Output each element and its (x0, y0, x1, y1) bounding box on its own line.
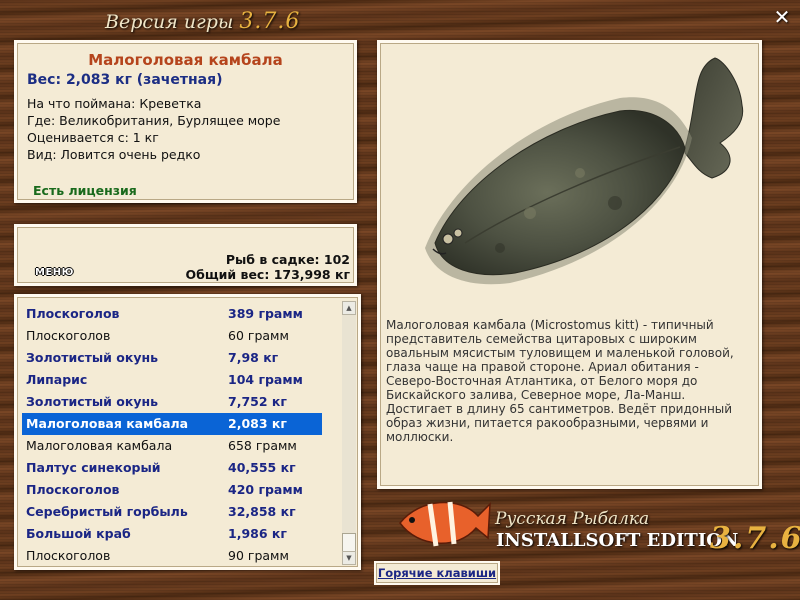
scroll-up-icon[interactable]: ▲ (342, 301, 356, 315)
catch-list-fish-name: Плоскоголов (26, 306, 120, 321)
catch-list-fish-weight: 7,752 кг (228, 394, 287, 409)
brand-version: 3.7.6 (710, 521, 800, 556)
catch-list-fish-weight: 90 грамм (228, 548, 289, 563)
catch-list-fish-name: Палтус синекорый (26, 460, 161, 475)
catch-list-fish-name: Золотистый окунь (26, 350, 159, 365)
catch-list-fish-name: Плоскоголов (26, 548, 111, 563)
catch-list-fish-weight: 7,98 кг (228, 350, 279, 365)
scroll-down-icon[interactable]: ▼ (342, 551, 356, 565)
catch-weight: Вес: 2,083 кг (зачетная) (27, 72, 223, 88)
catch-list-fish-name: Липарис (26, 372, 88, 387)
catch-list-row[interactable]: Липарис 104 грамм (22, 369, 322, 391)
catch-info-panel: Малоголовая камбала Вес: 2,083 кг (зачет… (14, 40, 357, 203)
license-status: Есть лицензия (33, 183, 137, 198)
catch-list-fish-weight: 2,083 кг (228, 416, 287, 431)
catch-list-row[interactable]: Большой краб 1,986 кг (22, 523, 322, 545)
catch-list-fish-weight: 389 грамм (228, 306, 303, 321)
list-scrollbar[interactable]: ▲ ▼ (342, 301, 356, 565)
fish-image (425, 57, 744, 285)
catch-list-row[interactable]: Плоскоголов 90 грамм (22, 545, 322, 567)
fish-description: Малоголовая камбала (Microstomus kitt) -… (386, 318, 734, 444)
catch-fish-name: Малоголовая камбала (88, 51, 283, 69)
catch-list-fish-name: Золотистый окунь (26, 394, 159, 409)
catch-list-fish-name: Малоголовая камбала (26, 416, 189, 431)
close-icon[interactable]: ✕ (771, 6, 793, 28)
catch-list-fish-weight: 32,858 кг (228, 504, 296, 519)
catch-list-fish-weight: 60 грамм (228, 328, 289, 343)
catch-list-row[interactable]: Плоскоголов 420 грамм (22, 479, 322, 501)
window-title: Версия игры 3.7.6 (105, 9, 300, 34)
fish-detail-panel: Малоголовая камбала (Microstomus kitt) -… (377, 40, 762, 489)
catch-bait: На что поймана: Креветка (27, 96, 202, 111)
catch-list-row[interactable]: Золотистый окунь 7,752 кг (22, 391, 322, 413)
catch-list-fish-weight: 104 грамм (228, 372, 303, 387)
catch-list-fish-weight: 420 грамм (228, 482, 303, 497)
catch-list-fish-name: Малоголовая камбала (26, 438, 173, 453)
catch-rated-from: Оценивается с: 1 кг (27, 130, 159, 145)
menu-button[interactable]: МЕНЮ (35, 267, 74, 278)
catch-list-fish-weight: 1,986 кг (228, 526, 287, 541)
catch-rarity: Вид: Ловится очень редко (27, 147, 201, 162)
catch-list-fish-name: Плоскоголов (26, 482, 120, 497)
catch-list-row[interactable]: Малоголовая камбала 2,083 кг (22, 413, 322, 435)
title-version: 3.7.6 (239, 9, 301, 34)
total-weight: Общий вес: 173,998 кг (185, 267, 351, 282)
catch-list-fish-weight: 40,555 кг (228, 460, 296, 475)
catch-list: Плоскоголов 389 грамм Плоскоголов 60 грамм З… (14, 294, 361, 570)
catch-list-row[interactable]: Серебристый горбыль 32,858 кг (22, 501, 322, 523)
catch-list-fish-name: Серебристый горбыль (26, 504, 188, 519)
fish-count: Рыб в садке: 102 (225, 252, 350, 267)
catch-list-row[interactable]: Палтус синекорый 40,555 кг (22, 457, 322, 479)
catch-list-fish-name: Плоскоголов (26, 328, 111, 343)
hotkeys-button[interactable]: Горячие клавиши (374, 561, 500, 585)
catch-list-row[interactable]: Плоскоголов 60 грамм (22, 325, 322, 347)
catch-list-row[interactable]: Плоскоголов 389 грамм (22, 303, 322, 325)
brand-line-1: Русская Рыбалка (495, 509, 650, 529)
catch-list-fish-name: Большой краб (26, 526, 131, 541)
brand-line-2: INSTALLSOFT EDITION (496, 530, 739, 551)
brand-logo-fish-icon (399, 501, 491, 547)
stats-panel: МЕНЮ Рыб в садке: 102 Общий вес: 173,998… (14, 224, 357, 286)
catch-list-row[interactable]: Малоголовая камбала 658 грамм (22, 435, 322, 457)
catch-list-row[interactable]: Золотистый окунь 7,98 кг (22, 347, 322, 369)
title-prefix: Версия игры (105, 11, 234, 33)
catch-list-fish-weight: 658 грамм (228, 438, 297, 453)
catch-location: Где: Великобритания, Бурлящее море (27, 113, 281, 128)
